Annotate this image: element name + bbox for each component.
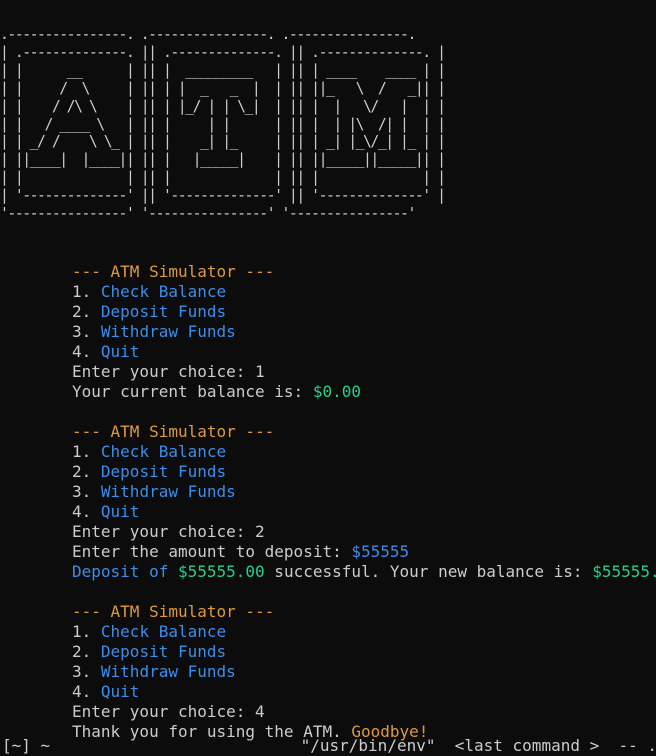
terminal-text: Check Balance <box>100 282 227 301</box>
terminal-text: --- ATM Simulator --- <box>72 422 275 441</box>
terminal-text: 2. <box>72 462 101 481</box>
terminal-line-menu-item: 3. Withdraw Funds <box>72 482 236 502</box>
terminal-text: Enter your choice: 1 <box>72 362 265 381</box>
terminal-text: 4. <box>72 342 101 361</box>
terminal-line-menu-title: --- ATM Simulator --- <box>72 422 274 442</box>
terminal-line-prompt: Enter your choice: 4 <box>72 702 265 722</box>
terminal-line-output: Your current balance is: $0.00 <box>72 382 361 402</box>
terminal-text: Enter your choice: 4 <box>72 702 265 721</box>
terminal-text: successful. Your new balance is: <box>264 562 593 581</box>
terminal-text: 4. <box>72 682 101 701</box>
terminal-text: Enter your choice: 2 <box>72 522 265 541</box>
terminal-line-menu-item: 1. Check Balance <box>72 622 226 642</box>
terminal-line-menu-item: 4. Quit <box>72 682 139 702</box>
terminal-text: Withdraw Funds <box>100 662 236 681</box>
terminal-text: Quit <box>100 502 140 521</box>
terminal-text: Check Balance <box>100 442 227 461</box>
terminal-text: 1. <box>72 442 101 461</box>
terminal-line-prompt: Enter your choice: 1 <box>72 362 265 382</box>
terminal-line-menu-item: 1. Check Balance <box>72 282 226 302</box>
terminal-line-prompt: Enter your choice: 2 <box>72 522 265 542</box>
terminal-window[interactable]: .----------------. .----------------. .-… <box>0 0 656 755</box>
terminal-line-menu-item: 2. Deposit Funds <box>72 642 226 662</box>
terminal-text: 1. <box>72 622 101 641</box>
terminal-text: Withdraw Funds <box>100 482 236 501</box>
terminal-text: Quit <box>100 342 140 361</box>
terminal-text: $55555.00 <box>592 562 656 581</box>
terminal-line-prompt: Enter the amount to deposit: $55555 <box>72 542 409 562</box>
terminal-line-menu-item: 3. Withdraw Funds <box>72 662 236 682</box>
terminal-text: $0.00 <box>312 382 361 401</box>
terminal-text: 3. <box>72 322 101 341</box>
terminal-line-menu-item: 4. Quit <box>72 502 139 522</box>
terminal-text: 2. <box>72 642 101 661</box>
terminal-text: Deposit of <box>72 562 178 581</box>
terminal-text: Withdraw Funds <box>100 322 236 341</box>
terminal-text: Deposit Funds <box>100 462 227 481</box>
terminal-line-menu-item: 3. Withdraw Funds <box>72 322 236 342</box>
terminal-line-menu-item: 1. Check Balance <box>72 442 226 462</box>
terminal-text: Your current balance is: <box>72 382 313 401</box>
terminal-text: $55555.00 <box>177 562 265 581</box>
terminal-text: 3. <box>72 662 101 681</box>
terminal-line-menu-title: --- ATM Simulator --- <box>72 602 274 622</box>
terminal-text: 2. <box>72 302 101 321</box>
atm-ascii-banner: .----------------. .----------------. .-… <box>0 26 446 223</box>
terminal-text: Deposit Funds <box>100 642 227 661</box>
terminal-text: 1. <box>72 282 101 301</box>
terminal-text: Deposit Funds <box>100 302 227 321</box>
terminal-text: Check Balance <box>100 622 227 641</box>
terminal-text: Enter the amount to deposit: <box>72 542 352 561</box>
terminal-line-menu-title: --- ATM Simulator --- <box>72 262 274 282</box>
terminal-text: 3. <box>72 482 101 501</box>
terminal-text: Quit <box>100 682 140 701</box>
terminal-text: $55555 <box>351 542 410 561</box>
terminal-text: 4. <box>72 502 101 521</box>
terminal-text: --- ATM Simulator --- <box>72 262 275 281</box>
terminal-line-menu-item: 2. Deposit Funds <box>72 302 226 322</box>
terminal-text: --- ATM Simulator --- <box>72 602 275 621</box>
terminal-line-menu-item: 4. Quit <box>72 342 139 362</box>
next-prompt-clipped: [~] ~ "/usr/bin/env" <last command > -- … <box>2 736 656 755</box>
terminal-line-output: Deposit of $55555.00 successful. Your ne… <box>72 562 656 582</box>
terminal-line-menu-item: 2. Deposit Funds <box>72 462 226 482</box>
